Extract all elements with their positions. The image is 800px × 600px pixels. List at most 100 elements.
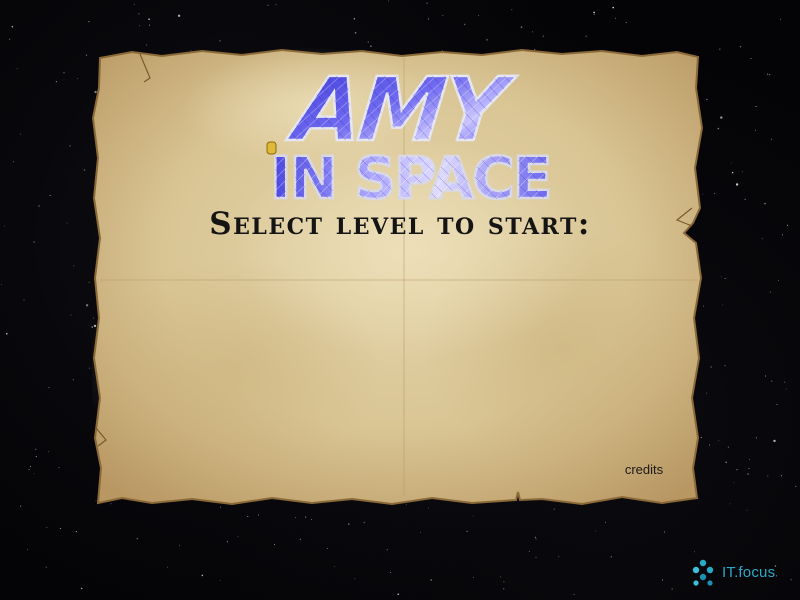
star [138, 13, 140, 15]
star [553, 508, 555, 510]
star [718, 440, 720, 442]
star [219, 40, 221, 42]
star [535, 556, 537, 558]
star [275, 4, 277, 6]
star [720, 116, 723, 119]
star [755, 106, 757, 107]
star [48, 451, 50, 453]
star [472, 576, 474, 578]
star [605, 521, 606, 523]
star [363, 521, 366, 524]
star [776, 575, 778, 577]
star [177, 14, 181, 17]
star [722, 304, 724, 306]
star [77, 78, 78, 79]
star [247, 516, 249, 517]
star [769, 291, 771, 293]
star [706, 98, 708, 100]
star [354, 578, 356, 580]
star [428, 507, 430, 509]
star [585, 35, 587, 38]
credits-link[interactable]: credits [612, 460, 676, 479]
star [148, 24, 150, 26]
star [237, 536, 239, 538]
star [69, 145, 71, 147]
star [1, 284, 3, 285]
star [500, 576, 501, 578]
star [72, 379, 74, 381]
star [573, 594, 575, 595]
star [466, 530, 468, 532]
star [28, 469, 30, 470]
star [532, 31, 534, 33]
star [713, 193, 715, 194]
star [9, 38, 11, 40]
star [744, 198, 746, 200]
star [717, 127, 720, 130]
star [11, 25, 14, 28]
star [725, 461, 727, 464]
star [139, 25, 141, 27]
star [472, 515, 474, 517]
star [503, 588, 505, 590]
star [348, 523, 350, 525]
star [724, 365, 726, 367]
star [528, 550, 530, 552]
star [33, 473, 35, 475]
star [511, 9, 513, 11]
star [75, 531, 77, 533]
star [463, 23, 466, 26]
star [370, 45, 372, 47]
star [59, 528, 61, 529]
star [88, 281, 90, 283]
star [267, 4, 269, 6]
star [795, 485, 797, 487]
game-screen: AMY AMY IN SPACE IN SPACE Select level t… [0, 0, 800, 600]
star [427, 18, 429, 20]
star [535, 538, 537, 540]
star [748, 467, 750, 469]
star [693, 551, 695, 553]
star [88, 367, 90, 369]
star [780, 18, 782, 20]
star [63, 72, 65, 74]
star [724, 278, 726, 279]
star [388, 0, 390, 2]
star [593, 11, 595, 14]
itfocus-logo-icon [692, 559, 714, 586]
star [46, 527, 48, 529]
star [55, 81, 57, 83]
star [764, 202, 766, 205]
star [354, 32, 357, 34]
star [397, 593, 400, 595]
star [58, 467, 60, 469]
star [220, 506, 222, 508]
brand-mark: IT.focus [688, 557, 775, 587]
star [773, 439, 776, 443]
star [735, 183, 739, 186]
star [749, 458, 750, 460]
star [663, 531, 665, 533]
star [520, 26, 523, 28]
star [706, 392, 708, 394]
star [6, 333, 8, 335]
brand-name: IT.focus [722, 563, 776, 581]
star [625, 22, 627, 24]
star [784, 381, 786, 383]
level-select-prompt: Select level to start: [209, 206, 591, 242]
star [542, 35, 544, 37]
star [12, 161, 14, 163]
star [258, 514, 260, 516]
star [736, 469, 738, 471]
star [83, 169, 86, 171]
star [426, 2, 428, 4]
star [20, 505, 22, 507]
star [430, 579, 433, 581]
star [612, 6, 614, 9]
star [746, 509, 748, 511]
star [326, 548, 328, 549]
star [274, 543, 275, 545]
star [719, 48, 721, 50]
star [305, 516, 307, 518]
star [367, 41, 369, 43]
